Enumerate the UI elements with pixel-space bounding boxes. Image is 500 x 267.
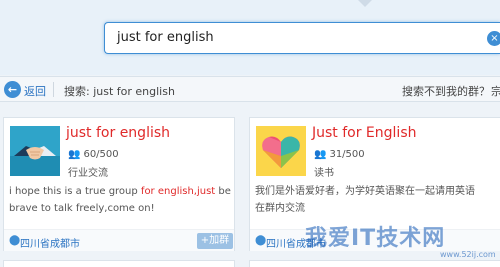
group-description: i hope this is a true group for english,… [9, 183, 235, 217]
desc-text: i hope this is a true group [9, 186, 141, 197]
top-notch [358, 0, 372, 7]
results-navbar: ← 返回 搜索: just for english 搜索不到我的群？ 宗 [0, 76, 500, 102]
member-count-value: 31/500 [329, 149, 365, 160]
group-card[interactable]: just for english 👥 60/500 行业交流 i hope thi… [3, 117, 235, 251]
group-title[interactable]: Just for English [312, 125, 417, 141]
people-icon: 👥 [314, 149, 327, 160]
top-search-area: just for english × [0, 0, 500, 75]
group-description: 我们是外语爱好者，为学好英语聚在一起请用英语在群内交流 [255, 186, 475, 214]
nav-divider [53, 82, 54, 97]
watermark-url: www.52ij.com [440, 250, 496, 259]
watermark-logo: 我爱IT技术网 [305, 226, 446, 251]
people-icon: 👥 [68, 149, 81, 160]
group-card-partial[interactable] [249, 260, 500, 267]
group-location[interactable]: 四川省成都市 [20, 235, 80, 250]
group-title[interactable]: just for english [66, 125, 170, 141]
join-group-button[interactable]: +加群 [197, 233, 233, 249]
cant-find-group-link[interactable]: 搜索不到我的群？ [402, 83, 490, 99]
handshake-icon [10, 126, 60, 176]
location-pin-icon: ⬤ [9, 235, 21, 246]
desc-highlight: for english,just [140, 186, 216, 197]
search-summary: 搜索: just for english [64, 85, 175, 98]
member-count: 👥 31/500 [314, 149, 365, 160]
back-link[interactable]: 返回 [24, 83, 46, 99]
member-count-value: 60/500 [83, 149, 119, 160]
group-category: 读书 [314, 168, 334, 179]
nav-extra-text: 宗 [491, 85, 500, 98]
group-category: 行业交流 [68, 168, 108, 179]
search-input-value: just for english [117, 30, 214, 45]
search-input[interactable]: just for english × [104, 22, 500, 54]
member-count: 👥 60/500 [68, 149, 119, 160]
card-footer: ⬤ 四川省成都市 +加群 [4, 229, 234, 251]
heart-icon [256, 126, 306, 176]
clear-icon[interactable]: × [487, 31, 500, 46]
group-card-partial[interactable] [3, 260, 235, 267]
location-pin-icon: ⬤ [255, 235, 267, 246]
back-arrow-icon[interactable]: ← [4, 81, 21, 98]
